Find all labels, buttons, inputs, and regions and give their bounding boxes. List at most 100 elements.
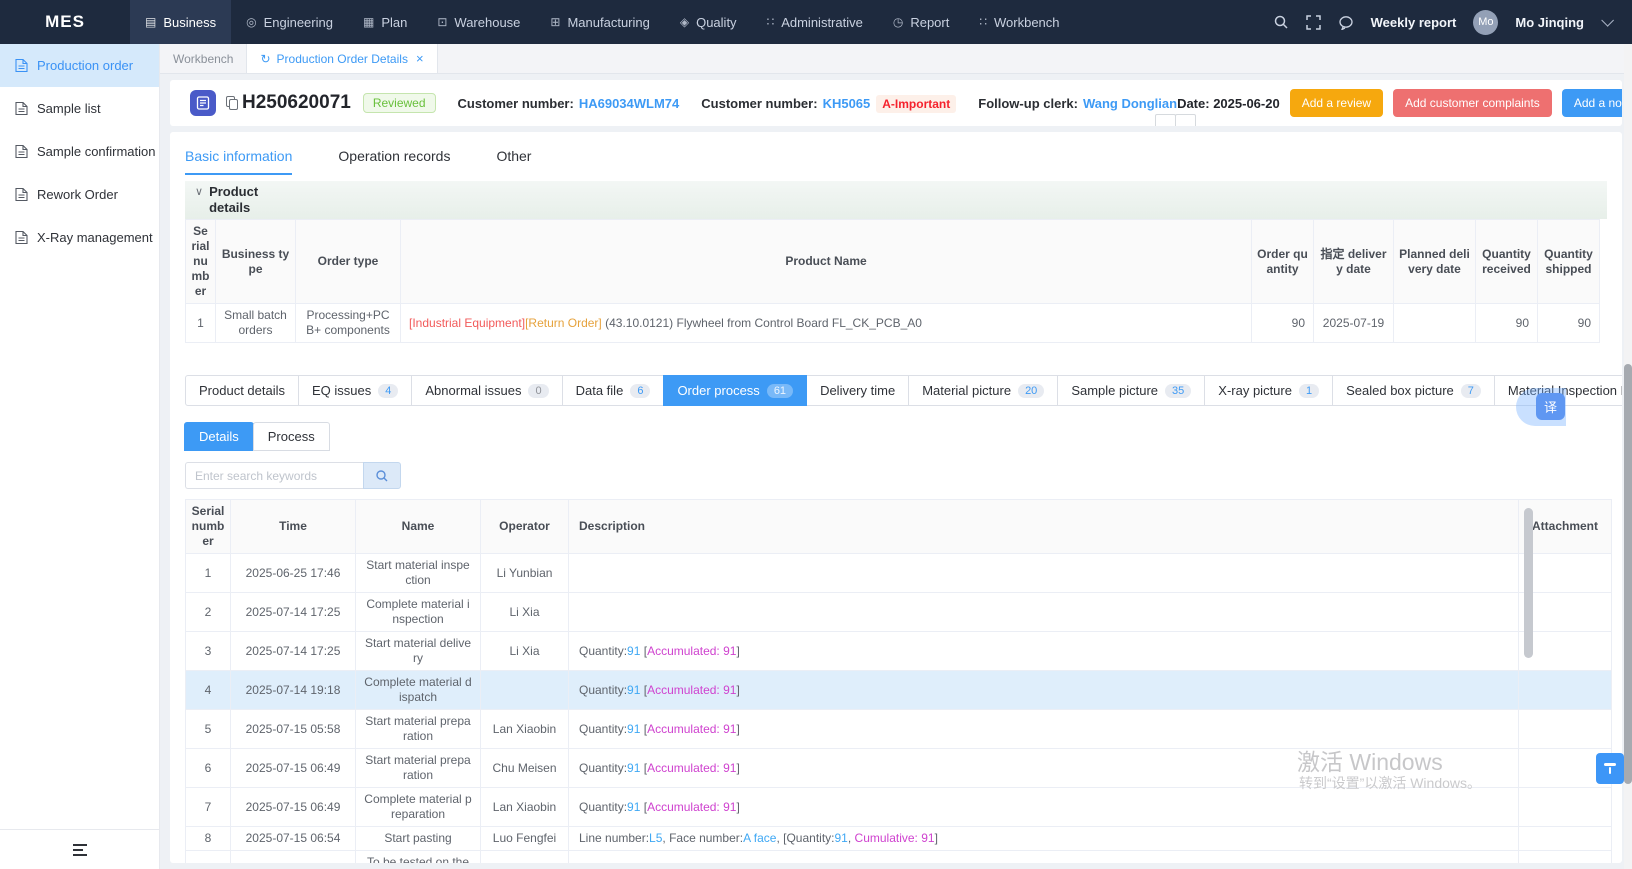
- weekly-report-link[interactable]: Weekly report: [1371, 15, 1457, 30]
- nav-item-administrative[interactable]: ∷Administrative: [752, 0, 878, 44]
- column-header: Name: [356, 500, 481, 554]
- table-row[interactable]: 32025-07-14 17:25Start material delivery…: [186, 632, 1612, 671]
- sidebar-item-production-order[interactable]: Production order: [0, 44, 159, 87]
- tab-process[interactable]: Process: [253, 422, 330, 451]
- tab-material-picture[interactable]: Material picture20: [908, 375, 1058, 406]
- count-badge: 20: [1018, 384, 1044, 398]
- status-badge: Reviewed: [363, 93, 436, 113]
- nav-item-business[interactable]: ▤Business: [130, 0, 231, 44]
- text-segment: [Industrial Equipment]: [409, 316, 525, 330]
- close-icon[interactable]: ×: [416, 51, 424, 66]
- tab-label: Order process: [677, 383, 759, 398]
- chevron-down-icon[interactable]: [1601, 14, 1614, 27]
- tab-order-process[interactable]: Order process 61: [663, 375, 807, 406]
- table-scrollbar-thumb[interactable]: [1524, 508, 1533, 658]
- sidebar-item-rework-order[interactable]: Rework Order: [0, 173, 159, 216]
- nav-item-label: Workbench: [994, 15, 1060, 30]
- pin-button[interactable]: [1596, 753, 1624, 784]
- cell-name: Start pasting: [356, 827, 481, 851]
- nav-item-quality[interactable]: ◈Quality: [665, 0, 752, 44]
- sidebar-collapse-button[interactable]: [0, 829, 159, 869]
- nav-item-report[interactable]: ◷Report: [878, 0, 965, 44]
- nav-item-workbench[interactable]: ∷Workbench: [964, 0, 1074, 44]
- add-note-button[interactable]: Add a note: [1562, 89, 1622, 117]
- table-row[interactable]: 82025-07-15 06:54Start pastingLuo Fengfe…: [186, 827, 1612, 851]
- cell-business-type: Small batch orders: [216, 304, 296, 343]
- cell-name: Start material inspection: [356, 554, 481, 593]
- warehouse-icon: ⊡: [437, 15, 447, 29]
- nav-item-label: Administrative: [781, 15, 863, 30]
- tab-other[interactable]: Other: [496, 148, 531, 175]
- tab-x-ray-picture[interactable]: X-ray picture1: [1204, 375, 1333, 406]
- tab-basic-information[interactable]: Basic information: [185, 148, 292, 175]
- count-badge: 61: [767, 384, 793, 398]
- nav-item-plan[interactable]: ▦Plan: [348, 0, 422, 44]
- avatar[interactable]: Mo: [1473, 10, 1498, 35]
- page-scrollbar-thumb[interactable]: [1624, 364, 1632, 784]
- text-segment: A Face: [612, 863, 649, 864]
- message-icon[interactable]: [1338, 15, 1354, 30]
- records-head-row: Serial numberTimeNameOperatorDescription…: [186, 500, 1612, 554]
- text-segment: ]: [736, 683, 739, 697]
- clerk-value[interactable]: Wang Donglian: [1083, 96, 1177, 111]
- product-details-section-header[interactable]: ∨ Product details: [185, 181, 1607, 219]
- cell-operator: Luo Fengfei: [481, 827, 569, 851]
- cell-operator: Li Xia: [481, 632, 569, 671]
- tab-sealed-box-picture[interactable]: Sealed box picture7: [1332, 375, 1495, 406]
- tab-operation-records[interactable]: Operation records: [338, 148, 450, 175]
- add-customer-complaints-button[interactable]: Add customer complaints: [1393, 89, 1552, 117]
- text-segment: Quantity:: [579, 722, 627, 736]
- clipped-pagination[interactable]: [1156, 114, 1196, 126]
- page-scrollbar[interactable]: [1624, 44, 1632, 869]
- cell-time: 2025-07-15 07:46: [231, 851, 356, 864]
- column-header: Planned delivery date: [1394, 220, 1476, 304]
- refresh-icon[interactable]: ↻: [260, 52, 270, 66]
- search-input[interactable]: [185, 462, 363, 489]
- sidebar-item-sample-list[interactable]: Sample list: [0, 87, 159, 130]
- copy-icon[interactable]: [226, 96, 238, 110]
- search-button[interactable]: [363, 462, 401, 489]
- tab-label: Workbench: [173, 52, 233, 66]
- tab-label: Data file: [576, 383, 624, 398]
- cell-description: Quantity:91 [Accumulated: 91]: [569, 788, 1519, 827]
- sidebar-item-x-ray-management[interactable]: X-Ray management: [0, 216, 159, 259]
- fullscreen-icon[interactable]: [1306, 15, 1321, 30]
- table-row[interactable]: 12025-06-25 17:46Start material inspecti…: [186, 554, 1612, 593]
- topnav-menu: ▤Business◎Engineering▦Plan⊡Warehouse⊞Man…: [130, 0, 1075, 44]
- tab-data-file[interactable]: Data file 6: [562, 375, 665, 406]
- column-header: Product Name: [401, 220, 1252, 304]
- table-row[interactable]: 22025-07-14 17:25Complete material inspe…: [186, 593, 1612, 632]
- tab-abnormal-issues[interactable]: Abnormal issues0: [411, 375, 562, 406]
- tab-product-details[interactable]: Product details: [185, 375, 299, 406]
- customer-number-value[interactable]: HA69034WLM74: [579, 96, 679, 111]
- nav-item-warehouse[interactable]: ⊡Warehouse: [422, 0, 535, 44]
- cell-time: 2025-07-15 05:58: [231, 710, 356, 749]
- tab-eq-issues[interactable]: EQ issues4: [298, 375, 412, 406]
- nav-item-manufacturing[interactable]: ⊞Manufacturing: [535, 0, 664, 44]
- translate-button[interactable]: 译: [1536, 393, 1565, 420]
- cell-attachment: [1519, 788, 1612, 827]
- field-label: Customer number:: [458, 96, 574, 111]
- customer-number-value[interactable]: KH5065: [823, 96, 871, 111]
- tab-production-order-details[interactable]: ↻Production Order Details×: [247, 44, 437, 73]
- tab-workbench[interactable]: Workbench: [160, 44, 247, 73]
- collapse-menu-icon: [73, 844, 87, 856]
- text-segment: Accumulated: 91: [647, 761, 736, 775]
- product-row[interactable]: 1Small batch ordersProcessing+PCB+ compo…: [186, 304, 1600, 343]
- nav-item-engineering[interactable]: ◎Engineering: [231, 0, 348, 44]
- search-icon[interactable]: [1273, 14, 1289, 30]
- pin-icon: [1603, 761, 1617, 776]
- table-row[interactable]: 42025-07-14 19:18Complete material dispa…: [186, 671, 1612, 710]
- table-row[interactable]: 72025-07-15 06:49Complete material prepa…: [186, 788, 1612, 827]
- tab-delivery-time[interactable]: Delivery time: [806, 375, 909, 406]
- add-review-button[interactable]: Add a review: [1290, 89, 1383, 117]
- clerk-field: Follow-up clerk:Wang Donglian: [978, 96, 1177, 111]
- count-badge: 6: [630, 384, 650, 398]
- table-row[interactable]: 92025-07-15 07:46To be tested on the fir…: [186, 851, 1612, 864]
- tab-sample-picture[interactable]: Sample picture35: [1057, 375, 1205, 406]
- text-segment: ,: [848, 831, 855, 845]
- sidebar-item-label: Rework Order: [37, 187, 118, 202]
- sidebar-item-sample-confirmation-list[interactable]: Sample confirmation list: [0, 130, 159, 173]
- tab-details[interactable]: Details: [184, 422, 254, 451]
- cell-name: Start material preparation: [356, 710, 481, 749]
